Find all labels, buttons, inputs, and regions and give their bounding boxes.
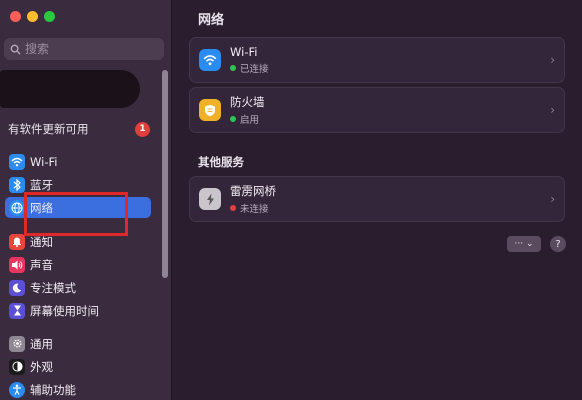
search-input[interactable] [25, 42, 155, 56]
service-name: Wi-Fi [230, 45, 258, 59]
close-window-button[interactable] [10, 11, 21, 22]
sidebar-item-label: 蓝牙 [30, 177, 53, 192]
service-status: 未连接 [230, 201, 276, 215]
sidebar-item-label: 声音 [30, 257, 53, 272]
service-row[interactable]: Wi-Fi 已连接 › [190, 38, 564, 82]
sidebar-item-general[interactable]: 通用 [5, 333, 151, 354]
appearance-icon [9, 358, 25, 375]
minimize-window-button[interactable] [27, 11, 38, 22]
sidebar-scrollbar[interactable] [162, 70, 168, 278]
help-button[interactable]: ? [550, 236, 566, 252]
window-controls [10, 11, 55, 22]
chevron-right-icon: › [550, 192, 555, 206]
zoom-window-button[interactable] [44, 11, 55, 22]
service-row[interactable]: 雷雳网桥 未连接 › [190, 177, 564, 221]
sidebar-item-wifi[interactable]: Wi-Fi [5, 151, 151, 172]
sidebar-item-screen-time[interactable]: 屏幕使用时间 [5, 300, 151, 321]
other-services-heading: 其他服务 [198, 155, 244, 169]
status-dot-disconnected [230, 205, 236, 211]
chevron-right-icon: › [550, 53, 555, 67]
sidebar-item-label: 辅助功能 [30, 382, 76, 397]
sidebar-item-label: Wi-Fi [30, 154, 58, 169]
status-dot-connected [230, 65, 236, 71]
service-name: 雷雳网桥 [230, 184, 276, 198]
sidebar-item-sound[interactable]: 声音 [5, 254, 151, 275]
wifi-icon [9, 153, 25, 170]
network-globe-icon [9, 199, 25, 216]
hourglass-icon [9, 302, 25, 319]
search-field[interactable] [4, 38, 164, 60]
sidebar-item-label: 通用 [30, 336, 53, 351]
sidebar-item-focus[interactable]: 专注模式 [5, 277, 151, 298]
sidebar-item-accessibility[interactable]: 辅助功能 [5, 379, 151, 400]
service-status: 启用 [230, 112, 265, 126]
status-dot-enabled [230, 116, 236, 122]
service-card-thunderbolt-bridge[interactable]: 雷雳网桥 未连接 › [189, 176, 565, 222]
software-update-item[interactable]: 有软件更新可用 1 [8, 120, 150, 138]
chevron-right-icon: › [550, 103, 555, 117]
firewall-shield-icon [199, 99, 221, 121]
thunderbolt-icon [199, 188, 221, 210]
sidebar-item-appearance[interactable]: 外观 [5, 356, 151, 377]
gear-icon [9, 335, 25, 352]
service-status-text: 已连接 [240, 64, 269, 75]
sidebar-item-label: 外观 [30, 359, 53, 374]
wifi-icon [199, 49, 221, 71]
main-pane: 网络 Wi-Fi 已连接 › 防火墙 启用 › 其他服务 雷雳网桥 未连接 › … [173, 0, 582, 400]
update-count-badge: 1 [135, 121, 150, 137]
service-status-text: 未连接 [240, 204, 269, 215]
service-card-wifi[interactable]: Wi-Fi 已连接 › [189, 37, 565, 83]
search-icon [10, 44, 21, 55]
speaker-icon [9, 256, 25, 273]
moon-icon [9, 279, 25, 296]
bell-icon [9, 233, 25, 250]
service-card-firewall[interactable]: 防火墙 启用 › [189, 87, 565, 133]
more-actions-button[interactable]: ··· ⌄ [507, 236, 541, 252]
redacted-account-area[interactable] [0, 70, 140, 108]
settings-window: 有软件更新可用 1 Wi-Fi 蓝牙 网络 通知 [0, 0, 582, 400]
service-status: 已连接 [230, 61, 269, 75]
sidebar-item-label: 专注模式 [30, 280, 76, 295]
software-update-label: 有软件更新可用 [8, 122, 89, 136]
sidebar-item-label: 屏幕使用时间 [30, 303, 99, 318]
page-title: 网络 [198, 13, 225, 28]
service-name: 防火墙 [230, 95, 265, 109]
highlight-annotation-box [24, 192, 128, 236]
accessibility-icon [9, 381, 25, 398]
service-row[interactable]: 防火墙 启用 › [190, 88, 564, 132]
service-status-text: 启用 [240, 115, 260, 126]
bluetooth-icon [9, 176, 25, 193]
